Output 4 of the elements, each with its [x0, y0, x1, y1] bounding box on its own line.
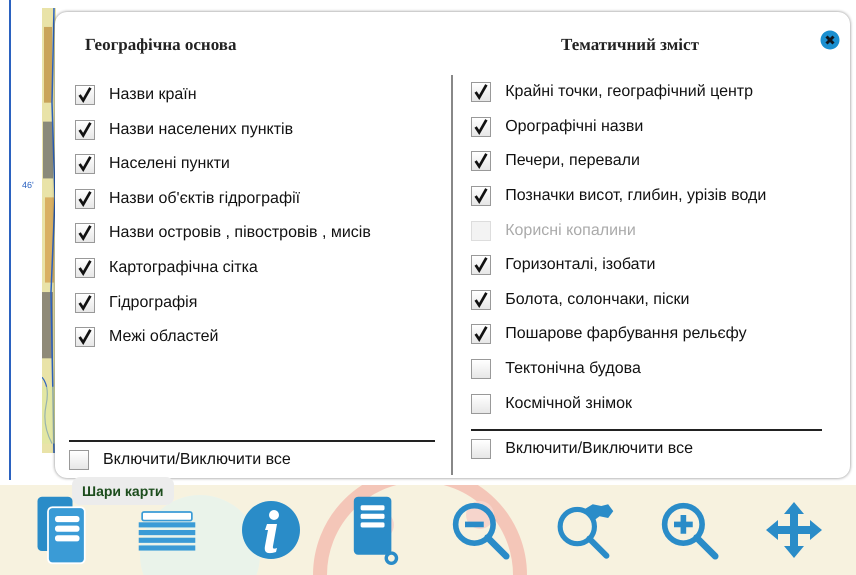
column-title: Тематичний зміст [561, 35, 699, 55]
grid-label: 46' [22, 180, 34, 190]
tooltip: Шари карти [72, 477, 174, 505]
column-title: Географічна основа [85, 34, 236, 55]
